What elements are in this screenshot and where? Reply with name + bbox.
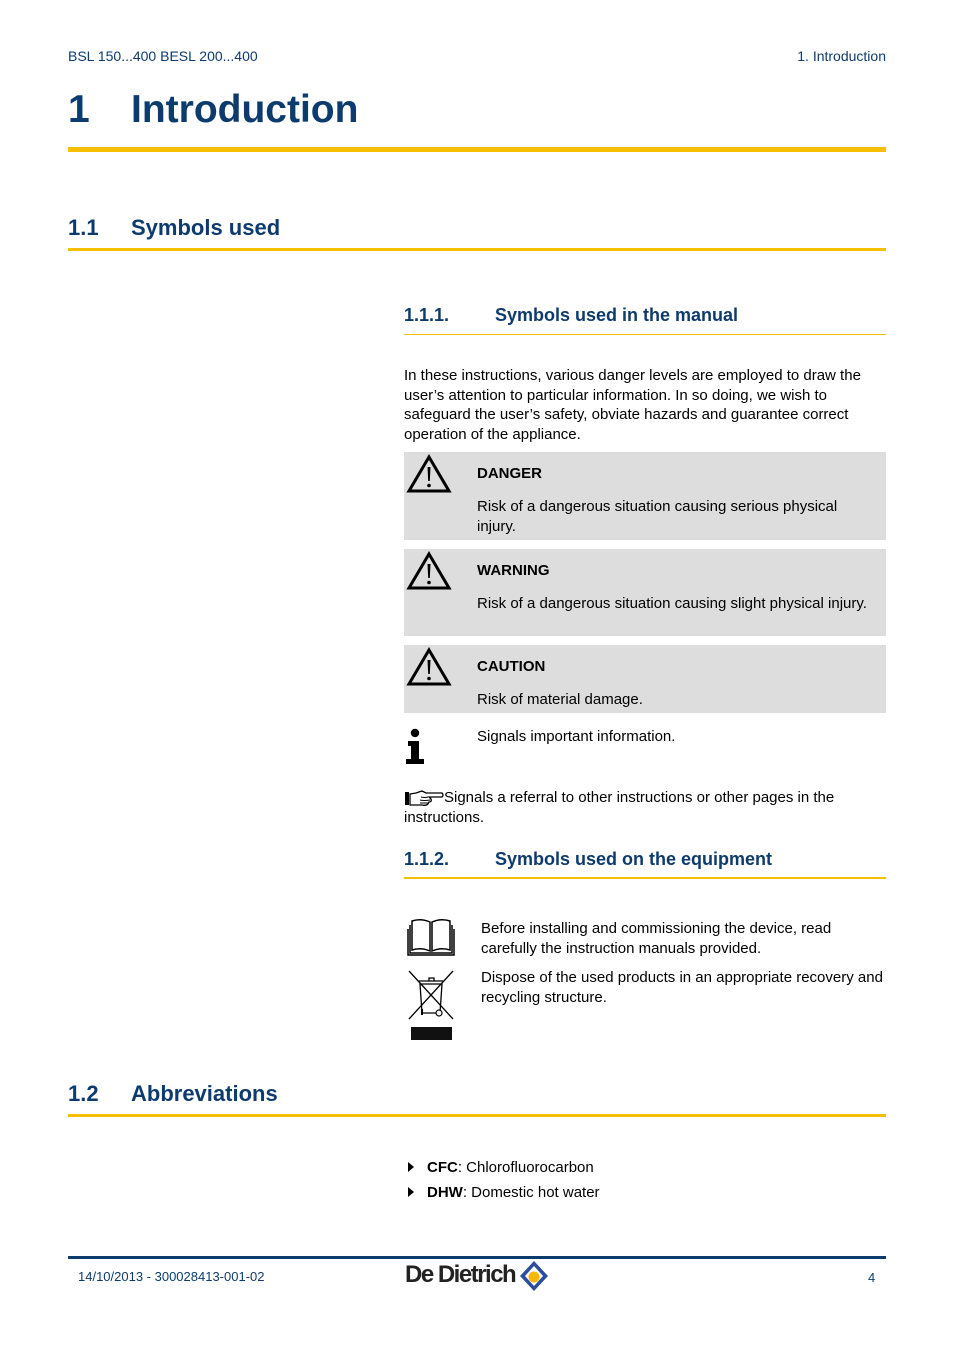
- running-header-chapter: 1. Introduction: [797, 48, 886, 64]
- notice-text: Risk of material damage.: [477, 691, 643, 708]
- bullet-arrow-icon: [408, 1162, 414, 1172]
- section-1-2-rule: [68, 1114, 886, 1117]
- section-1-1-rule: [68, 248, 886, 251]
- crossed-bin-icon: [408, 970, 454, 1040]
- warning-triangle-icon: [406, 647, 452, 686]
- open-book-icon: [407, 918, 455, 956]
- info-text: Signals important information.: [477, 728, 676, 745]
- section-number: 1.1: [68, 215, 99, 240]
- chapter-rule: [68, 147, 886, 152]
- section-number: 1.1.1.: [404, 305, 450, 325]
- notice-text: Risk of a dangerous situation causing sl…: [477, 595, 867, 612]
- intro-paragraph: In these instructions, various danger le…: [404, 367, 861, 443]
- abbreviation-separator: :: [457, 1159, 467, 1176]
- pointing-hand-icon: [405, 790, 444, 806]
- equipment-symbol-text: Before installing and commissioning the …: [481, 920, 832, 957]
- section-1-1-heading: 1.1 Symbols used: [68, 215, 280, 241]
- equipment-symbol-text: Dispose of the used products in an appro…: [481, 969, 883, 1006]
- information-icon: [406, 728, 424, 764]
- notice-title: DANGER: [477, 465, 543, 482]
- referral-text: Signals a referral to other instructions…: [404, 789, 835, 826]
- warning-triangle-icon: [406, 454, 452, 493]
- running-header-product: BSL 150...400 BESL 200...400: [68, 48, 258, 64]
- section-title: Symbols used: [131, 215, 281, 240]
- notice-title: CAUTION: [477, 658, 546, 675]
- abbreviation: CFC: [427, 1159, 458, 1176]
- section-1-1-2-rule: [404, 877, 886, 879]
- brand-logo-text: De Dietrich: [405, 1261, 517, 1288]
- section-1-1-1-rule: [404, 334, 886, 335]
- abbreviation-separator: :: [462, 1184, 472, 1201]
- section-title: Abbreviations: [131, 1081, 278, 1106]
- abbreviation-meaning: Chlorofluorocarbon: [466, 1159, 594, 1176]
- notice-warning: WARNING Risk of a dangerous situation ca…: [404, 549, 886, 636]
- footer-rule: [68, 1256, 886, 1259]
- chapter-title: 1 Introduction: [68, 88, 358, 132]
- footer-doc-reference: 14/10/2013 - 300028413-001-02: [78, 1269, 265, 1284]
- notice-caution: CAUTION Risk of material damage.: [404, 645, 886, 713]
- notice-title: WARNING: [477, 562, 550, 579]
- chapter-number: 1: [68, 88, 90, 131]
- abbreviation: DHW: [427, 1184, 463, 1201]
- abbreviation-item: CFC: Chlorofluorocarbon: [408, 1159, 594, 1176]
- section-title: Symbols used in the manual: [495, 305, 739, 325]
- brand-logo-icon: [520, 1261, 548, 1291]
- page-number: 4: [868, 1270, 876, 1285]
- section-title: Symbols used on the equipment: [495, 849, 773, 869]
- section-1-2-heading: 1.2 Abbreviations: [68, 1081, 278, 1107]
- abbreviation-item: DHW: Domestic hot water: [408, 1184, 600, 1201]
- abbreviation-meaning: Domestic hot water: [471, 1184, 600, 1201]
- notice-danger: DANGER Risk of a dangerous situation cau…: [404, 452, 886, 540]
- section-1-1-1-heading: 1.1.1. Symbols used in the manual: [404, 305, 738, 326]
- section-number: 1.1.2.: [404, 849, 450, 869]
- notice-text: Risk of a dangerous situation causing se…: [477, 498, 838, 535]
- chapter-title-text: Introduction: [131, 88, 359, 131]
- bullet-arrow-icon: [408, 1187, 414, 1197]
- section-number: 1.2: [68, 1081, 99, 1106]
- section-1-1-2-heading: 1.1.2. Symbols used on the equipment: [404, 849, 772, 870]
- warning-triangle-icon: [406, 551, 452, 590]
